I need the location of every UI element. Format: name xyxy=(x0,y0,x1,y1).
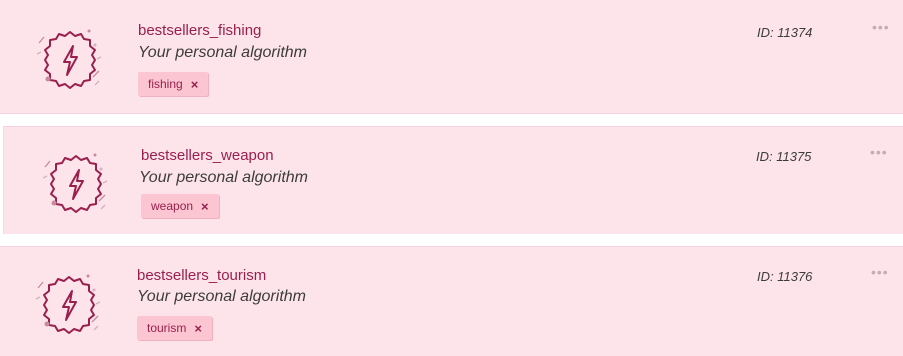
algorithm-card[interactable]: bestsellers_tourism Your personal algori… xyxy=(0,246,903,356)
lightning-badge-icon xyxy=(42,153,108,213)
lightning-badge-icon xyxy=(36,29,102,89)
lightning-badge-icon xyxy=(35,274,101,334)
tag-label: tourism xyxy=(147,321,187,335)
algorithm-title[interactable]: bestsellers_tourism xyxy=(137,267,266,284)
tag-label: fishing xyxy=(148,77,183,91)
tag-label: weapon xyxy=(151,199,194,213)
algorithm-subtitle: Your personal algorithm xyxy=(138,44,307,61)
algorithm-title[interactable]: bestsellers_weapon xyxy=(141,147,274,164)
more-options-icon[interactable]: ••• xyxy=(870,145,888,159)
remove-tag-icon[interactable]: × xyxy=(194,322,202,335)
more-options-icon[interactable]: ••• xyxy=(872,20,890,34)
algorithm-id: ID: 11376 xyxy=(757,269,813,284)
algorithm-subtitle: Your personal algorithm xyxy=(137,288,306,305)
algorithm-subtitle: Your personal algorithm xyxy=(139,169,308,186)
remove-tag-icon[interactable]: × xyxy=(201,200,209,213)
algorithm-card-list: bestsellers_fishing Your personal algori… xyxy=(0,0,903,356)
algorithm-card[interactable]: bestsellers_weapon Your personal algorit… xyxy=(3,126,903,234)
category-tag: fishing × xyxy=(138,72,209,96)
algorithm-card[interactable]: bestsellers_fishing Your personal algori… xyxy=(0,0,903,114)
algorithm-id: ID: 11374 xyxy=(757,25,813,40)
algorithm-id: ID: 11375 xyxy=(756,149,812,164)
category-tag: tourism × xyxy=(137,316,212,340)
remove-tag-icon[interactable]: × xyxy=(191,78,199,91)
category-tag: weapon × xyxy=(141,194,219,218)
more-options-icon[interactable]: ••• xyxy=(871,265,889,279)
algorithm-title[interactable]: bestsellers_fishing xyxy=(138,22,261,39)
